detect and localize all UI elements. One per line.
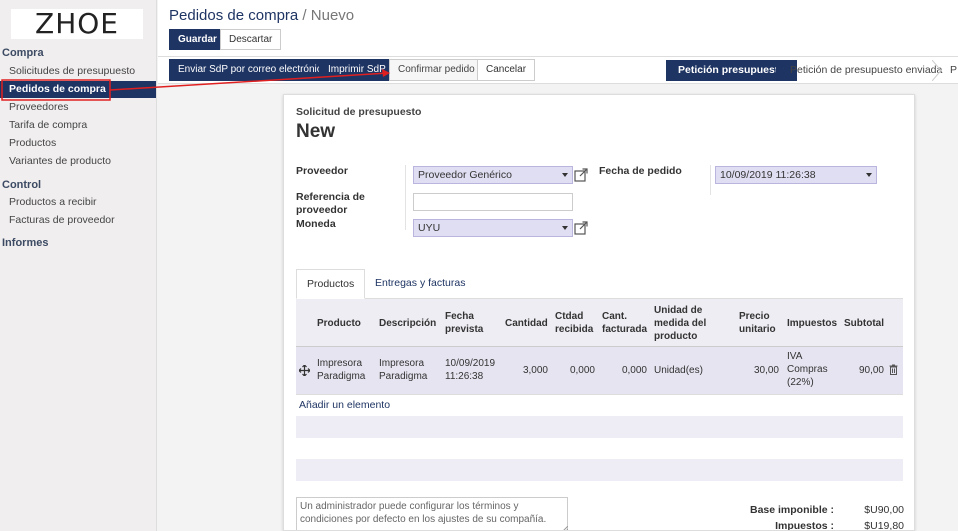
empty-row	[296, 416, 903, 438]
external-link-icon[interactable]	[574, 221, 588, 235]
cell-qty[interactable]: 3,000	[505, 364, 548, 377]
order-date-label: Fecha de pedido	[599, 165, 682, 177]
sidebar-item-incoming[interactable]: Productos a recibir	[0, 194, 156, 211]
stage-arrow-sent	[932, 60, 942, 81]
tax-value: $U19,80	[864, 520, 904, 531]
col-price[interactable]: Precio unitario	[739, 299, 781, 347]
cell-product[interactable]: Impresora Paradigma	[317, 357, 377, 383]
vendor-value: Proveedor Genérico	[418, 169, 512, 181]
sidebar-item-rfq[interactable]: Solicitudes de presupuesto	[0, 63, 156, 80]
stage-more[interactable]: P	[950, 60, 957, 81]
col-qty[interactable]: Cantidad	[505, 299, 550, 347]
confirm-order-button[interactable]: Confirmar pedido	[389, 59, 484, 81]
chevron-down-icon	[866, 173, 872, 177]
tab-deliveries-invoices[interactable]: Entregas y facturas	[365, 269, 475, 299]
send-rfq-button[interactable]: Enviar SdP por correo electrónico	[169, 59, 337, 81]
order-date-field[interactable]: 10/09/2019 11:26:38	[715, 166, 877, 184]
cell-received[interactable]: 0,000	[555, 364, 595, 377]
form-title: New	[296, 121, 336, 142]
tax-label: Impuestos :	[775, 520, 834, 531]
col-taxes[interactable]: Impuestos	[787, 299, 839, 347]
vendor-label: Proveedor	[296, 165, 348, 177]
cell-description[interactable]: Impresora Paradigma	[379, 357, 439, 383]
col-date[interactable]: Fecha prevista	[445, 299, 497, 347]
sidebar-item-variants[interactable]: Variantes de producto	[0, 153, 156, 170]
table-row[interactable]: Impresora Paradigma Impresora Paradigma …	[296, 347, 903, 395]
sidebar-section-compra: Compra	[2, 47, 44, 59]
resize-handle-icon[interactable]	[562, 526, 568, 531]
empty-row	[296, 459, 903, 481]
col-invoiced[interactable]: Cant. facturada	[602, 299, 650, 347]
sidebar-item-vendor-bills[interactable]: Facturas de proveedor	[0, 212, 156, 229]
discard-button[interactable]: Descartar	[220, 29, 282, 50]
breadcrumb-parent[interactable]: Pedidos de compra	[169, 7, 298, 24]
label-divider	[710, 165, 711, 195]
sidebar: ZHOE Compra Solicitudes de presupuesto P…	[0, 0, 157, 531]
cell-price[interactable]: 30,00	[739, 364, 779, 377]
trash-icon[interactable]	[889, 364, 898, 375]
cell-taxes[interactable]: IVA Compras (22%)	[787, 350, 837, 389]
status-bar: Enviar SdP por correo electrónico Imprim…	[158, 57, 958, 84]
label-divider	[405, 165, 406, 230]
notes-textarea[interactable]: Un administrador puede configurar los té…	[296, 497, 568, 530]
vendor-ref-label: Referencia de proveedor	[296, 191, 365, 216]
company-logo[interactable]: ZHOE	[11, 9, 143, 39]
base-value: $U90,00	[864, 504, 904, 516]
sidebar-section-control: Control	[2, 179, 42, 191]
col-product[interactable]: Producto	[317, 299, 377, 347]
sidebar-item-products[interactable]: Productos	[0, 135, 156, 152]
currency-value: UYU	[418, 222, 441, 234]
sidebar-section-informes[interactable]: Informes	[2, 237, 48, 249]
currency-label: Moneda	[296, 218, 336, 230]
table-header: Producto Descripción Fecha prevista Cant…	[296, 299, 903, 347]
cell-date[interactable]: 10/09/2019 11:26:38	[445, 357, 503, 383]
col-subtotal[interactable]: Subtotal	[844, 299, 886, 347]
cell-uom[interactable]: Unidad(es)	[654, 364, 734, 377]
col-received[interactable]: Ctdad recibida	[555, 299, 597, 347]
add-line-link[interactable]: Añadir un elemento	[299, 399, 390, 411]
breadcrumb: Pedidos de compra / Nuevo	[169, 7, 354, 24]
notebook-tabs: Productos Entregas y facturas	[296, 269, 903, 299]
stage-arrow-active	[776, 60, 786, 81]
order-date-value: 10/09/2019 11:26:38	[720, 169, 816, 181]
cancel-button[interactable]: Cancelar	[477, 59, 536, 81]
chevron-down-icon	[562, 226, 568, 230]
drag-handle-icon[interactable]	[299, 365, 310, 376]
cell-subtotal[interactable]: 90,00	[844, 364, 884, 377]
form-subtitle: Solicitud de presupuesto	[296, 106, 422, 118]
form-sheet: Solicitud de presupuesto New Proveedor P…	[283, 94, 915, 531]
stage-rfq-sent[interactable]: Petición de presupuesto enviada	[790, 60, 942, 81]
breadcrumb-separator: /	[302, 7, 307, 24]
save-button[interactable]: Guardar	[169, 29, 226, 50]
chevron-down-icon	[562, 173, 568, 177]
sidebar-item-purchase-orders[interactable]: Pedidos de compra	[0, 81, 156, 98]
col-uom[interactable]: Unidad de medida del producto	[654, 299, 734, 347]
control-panel: Pedidos de compra / Nuevo Guardar Descar…	[158, 0, 958, 57]
cell-invoiced[interactable]: 0,000	[602, 364, 647, 377]
vendor-ref-input[interactable]	[413, 193, 573, 211]
sidebar-item-vendors[interactable]: Proveedores	[0, 99, 156, 116]
external-link-icon[interactable]	[574, 168, 588, 182]
tab-products[interactable]: Productos	[296, 269, 366, 299]
currency-select[interactable]: UYU	[413, 219, 573, 237]
print-rfq-button[interactable]: Imprimir SdP	[319, 59, 395, 81]
sidebar-item-pricelist[interactable]: Tarifa de compra	[0, 117, 156, 134]
breadcrumb-current: Nuevo	[310, 7, 355, 24]
base-label: Base imponible :	[749, 504, 834, 516]
vendor-select[interactable]: Proveedor Genérico	[413, 166, 573, 184]
col-description[interactable]: Descripción	[379, 299, 441, 347]
